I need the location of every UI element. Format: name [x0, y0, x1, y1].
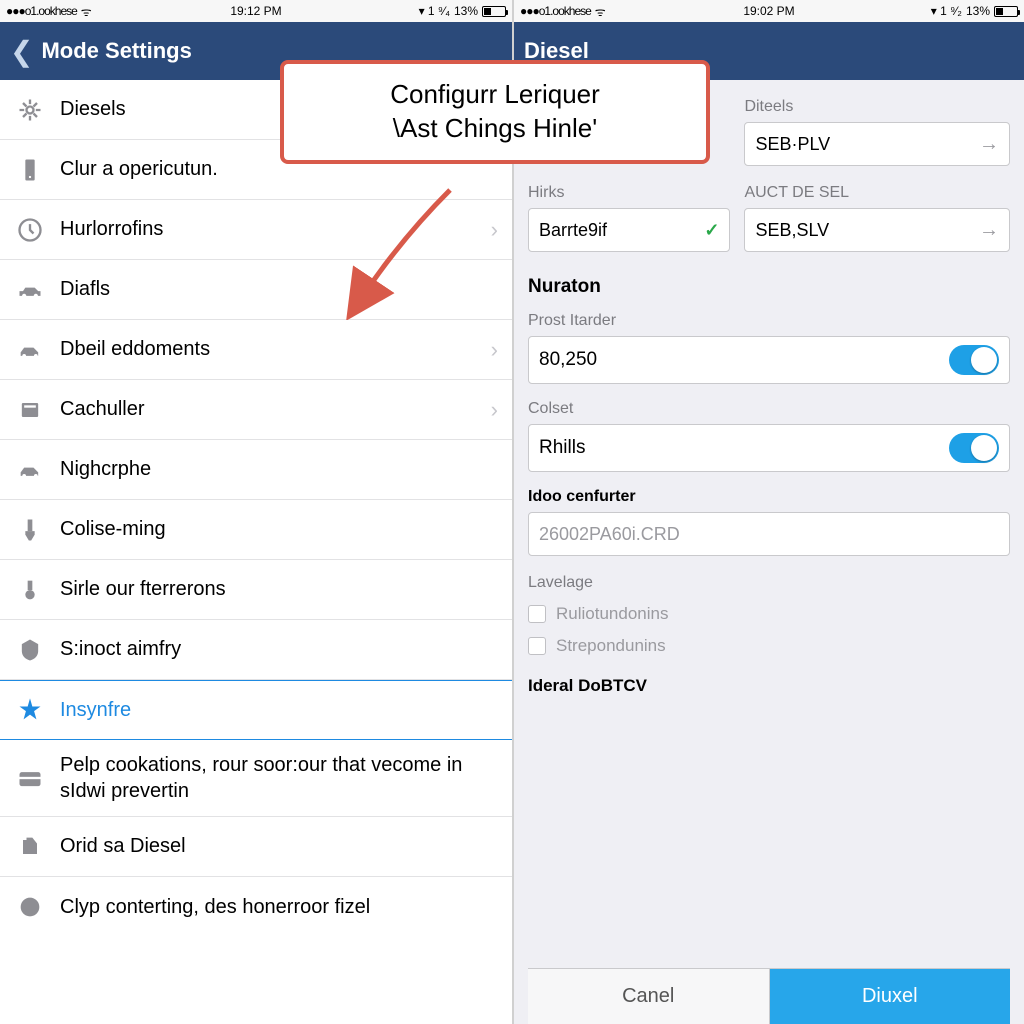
hirks-select[interactable]: Barrte9if ✓	[528, 208, 730, 252]
page-title: Mode Settings	[41, 38, 191, 64]
list-item[interactable]: Pelp cookations, rour soor:our that veco…	[0, 740, 512, 817]
row-label: S:inoct aimfry	[60, 638, 498, 661]
row-label: Insynfre	[60, 699, 498, 722]
row-icon	[14, 214, 46, 246]
callout-line1: Configurr Leriquer	[302, 78, 688, 112]
section-heading: Nuraton	[528, 276, 1010, 298]
status-bar-right: ●●●o1.ookhese ᯤ 19:02 PM ▾ 1 ⁹⁄₂ 13%	[514, 0, 1024, 22]
list-item[interactable]: S:inoct aimfry	[0, 620, 512, 680]
toggle-switch[interactable]	[949, 345, 999, 375]
field-label: Idoo cenfurter	[528, 488, 1010, 506]
back-button[interactable]: ❮	[10, 35, 33, 68]
row-icon	[14, 394, 46, 426]
battery-icon	[994, 6, 1018, 17]
status-bar-left: ●●●o1.ookhese ᯤ 19:12 PM ▾ 1 ⁹⁄₄ 13%	[0, 0, 512, 22]
row-label: Cachuller	[60, 398, 491, 421]
battery-percent: 13%	[966, 4, 990, 18]
select-value: SEB,SLV	[755, 220, 829, 241]
signal-icon: ●●●o1.ookhese	[520, 4, 591, 18]
row-label: Sirle our fterrerons	[60, 578, 498, 601]
list-item[interactable]: Dbeil eddoments›	[0, 320, 512, 380]
option-label: Strepondunins	[556, 636, 666, 656]
select-value: Barrte9if	[539, 220, 607, 241]
callout-arrow-icon	[340, 180, 460, 325]
idoo-input[interactable]: 26002PA60i.CRD	[528, 512, 1010, 556]
row-label: Pelp cookations, rour soor:our that veco…	[60, 752, 498, 804]
list-item[interactable]: Colise-ming	[0, 500, 512, 560]
clock: 19:12 PM	[230, 4, 281, 18]
list-item[interactable]: Sirle our fterrerons	[0, 560, 512, 620]
row-label: Clyp conterting, des honerroor fizel	[60, 896, 498, 919]
row-icon	[14, 762, 46, 794]
input-value: 80,250	[539, 349, 597, 371]
list-item[interactable]: Orid sa Diesel	[0, 817, 512, 877]
row-icon	[14, 154, 46, 186]
cancel-button[interactable]: Canel	[528, 969, 770, 1024]
row-icon	[14, 334, 46, 366]
chevron-right-icon: →	[979, 219, 999, 242]
diteels-select[interactable]: SEB·PLV →	[744, 122, 1010, 166]
row-icon	[14, 514, 46, 546]
colset-toggle-row: Rhills	[528, 424, 1010, 472]
field-label: Diteels	[744, 98, 1010, 116]
signal-icon: ●●●o1.ookhese	[6, 4, 77, 18]
row-icon	[14, 694, 46, 726]
checkbox-icon	[528, 605, 546, 623]
section-heading: Ideral DoBTCV	[528, 676, 1010, 696]
confirm-button[interactable]: Diuxel	[770, 969, 1011, 1024]
checkbox-icon	[528, 637, 546, 655]
chevron-right-icon: ›	[491, 217, 498, 243]
field-label: Prost Itarder	[528, 312, 1010, 330]
form: Diteels SEB·PLV → Hirks Barrte9if ✓ AUCT…	[514, 80, 1024, 1024]
row-icon	[14, 831, 46, 863]
chevron-right-icon: →	[979, 133, 999, 156]
option-label: Ruliotundonins	[556, 604, 668, 624]
checkbox-option[interactable]: Strepondunins	[528, 636, 1010, 656]
chevron-right-icon: ›	[491, 397, 498, 423]
list-item[interactable]: Insynfre	[0, 680, 512, 740]
list-item[interactable]: Cachuller›	[0, 380, 512, 440]
input-value: 26002PA60i.CRD	[539, 524, 680, 545]
check-icon: ✓	[704, 220, 719, 241]
row-label: Orid sa Diesel	[60, 835, 498, 858]
field-label: Hirks	[528, 184, 730, 202]
row-label: Nighcrphe	[60, 458, 498, 481]
clock: 19:02 PM	[743, 4, 794, 18]
row-label: Colise-ming	[60, 518, 498, 541]
auct-select[interactable]: SEB,SLV →	[744, 208, 1010, 252]
row-icon	[14, 634, 46, 666]
row-icon	[14, 454, 46, 486]
list-item[interactable]: Clyp conterting, des honerroor fizel	[0, 877, 512, 937]
toggle-switch[interactable]	[949, 433, 999, 463]
prost-toggle-row: 80,250	[528, 336, 1010, 384]
select-value: SEB·PLV	[755, 134, 830, 155]
row-icon	[14, 274, 46, 306]
chevron-right-icon: ›	[491, 337, 498, 363]
wifi-icon: ᯤ	[595, 3, 606, 20]
row-label: Dbeil eddoments	[60, 338, 491, 361]
button-bar: Canel Diuxel	[528, 968, 1010, 1024]
row-icon	[14, 574, 46, 606]
input-value: Rhills	[539, 437, 585, 459]
battery-percent: 13%	[454, 4, 478, 18]
callout-line2: \Ast Chings Hinle'	[302, 112, 688, 146]
field-label: Lavelage	[528, 574, 1010, 592]
list-item[interactable]: Nighcrphe	[0, 440, 512, 500]
row-icon	[14, 94, 46, 126]
field-label: AUCT DE SEL	[744, 184, 1010, 202]
field-label: Colset	[528, 400, 1010, 418]
callout-tooltip: Configurr Leriquer \Ast Chings Hinle'	[280, 60, 710, 164]
checkbox-option[interactable]: Ruliotundonins	[528, 604, 1010, 624]
battery-indicator: ▾ 1 ⁹⁄₂	[931, 4, 962, 18]
battery-icon	[482, 6, 506, 17]
battery-indicator: ▾ 1 ⁹⁄₄	[419, 4, 450, 18]
wifi-icon: ᯤ	[81, 3, 92, 20]
row-icon	[14, 891, 46, 923]
